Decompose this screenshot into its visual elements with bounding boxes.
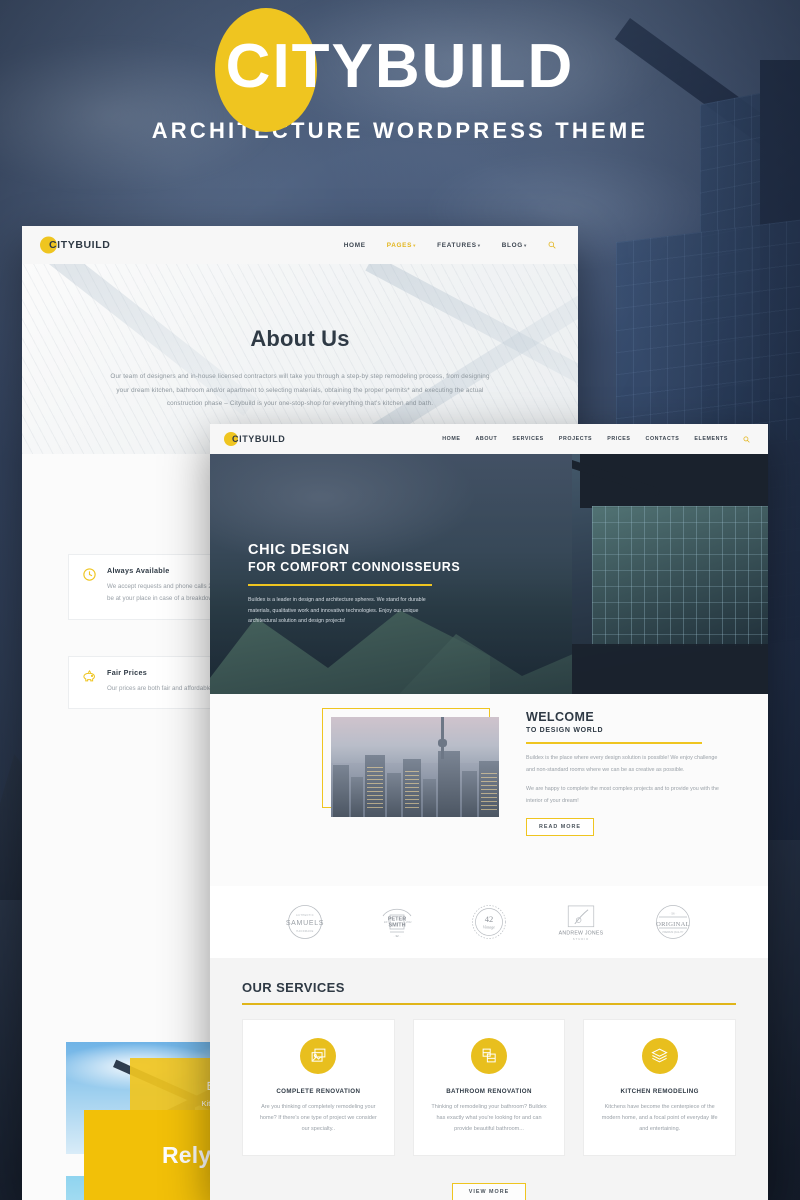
chevron-down-icon: ▾ — [413, 242, 417, 248]
navbar-links-about[interactable]: HOME PAGES▾ FEATURES▾ BLOG▾ — [344, 241, 556, 249]
service-card-desc: Kitchens have become the centerpiece of … — [601, 1103, 718, 1132]
nav-item-home[interactable]: HOME — [344, 242, 366, 249]
hero-rule — [248, 584, 432, 586]
service-card-bathroom-renovation[interactable]: BATHROOM RENOVATION Thinking of remodeli… — [412, 1018, 566, 1156]
svg-text:AUTHENTIC: AUTHENTIC — [296, 914, 314, 917]
site-navbar-about[interactable]: CITYBUILD HOME PAGES▾ FEATURES▾ BLOG▾ — [22, 226, 578, 264]
client-logo-42-vintage: 42 Vintage — [463, 896, 515, 948]
svg-text:Vintage: Vintage — [483, 925, 495, 930]
page-title: About Us — [250, 326, 350, 351]
navbar-logo-text: CITYBUILD — [232, 434, 286, 444]
client-logo-peter-smith: PETER SMITH EST 2002 · 32 · — [371, 896, 423, 948]
chevron-down-icon: ▾ — [523, 242, 527, 248]
navbar-links-home[interactable]: HOME ABOUT SERVICES PROJECTS PRICES CONT… — [442, 435, 750, 443]
nav-item-pages[interactable]: PAGES▾ — [387, 242, 416, 249]
title-block: CITYBUILD ARCHITECTURE WORDPRESS THEME — [0, 8, 800, 144]
clock-icon — [82, 567, 97, 582]
hero-copy: CHIC DESIGN FOR COMFORT CONNOISSEURS Bui… — [248, 542, 460, 627]
navbar-logo-home[interactable]: CITYBUILD — [224, 432, 286, 446]
welcome-text: WELCOME TO DESIGN WORLD Buildex is the p… — [526, 710, 722, 837]
nav-item-blog[interactable]: BLOG▾ — [502, 242, 527, 249]
home-hero: CHIC DESIGN FOR COMFORT CONNOISSEURS Bui… — [210, 454, 768, 694]
svg-text:2002: 2002 — [406, 921, 412, 924]
piggy-bank-icon — [82, 669, 97, 684]
service-card-kitchen-remodeling[interactable]: KITCHEN REMODELING Kitchens have become … — [583, 1018, 737, 1156]
view-more-button[interactable]: VIEW MORE — [451, 1182, 527, 1200]
nav-item-home[interactable]: HOME — [442, 436, 460, 442]
nav-item-elements[interactable]: ELEMENTS — [694, 436, 728, 442]
hero-headline-1: CHIC DESIGN — [248, 542, 350, 558]
service-card-desc: Are you thinking of completely remodelin… — [259, 1103, 377, 1132]
welcome-paragraph-2: We are happy to complete the most comple… — [526, 786, 719, 804]
welcome-image-frame — [322, 708, 499, 817]
welcome-paragraph-1: Buildex is the place where every design … — [526, 755, 718, 773]
service-card-name: KITCHEN REMODELING — [620, 1087, 699, 1095]
services-cards: COMPLETE RENOVATION Are you thinking of … — [242, 1018, 737, 1156]
hero-photo-right — [572, 454, 768, 694]
search-icon[interactable] — [743, 435, 750, 443]
welcome-heading: WELCOME — [526, 710, 595, 724]
client-logo-andrew-jones: ANDREW JONES · STUDIO · — [555, 896, 607, 948]
nav-item-features[interactable]: FEATURES▾ — [437, 242, 481, 249]
services-title: OUR SERVICES — [242, 980, 345, 995]
navbar-logo-text: CITYBUILD — [49, 239, 111, 251]
service-card-complete-renovation[interactable]: COMPLETE RENOVATION Are you thinking of … — [242, 1018, 395, 1156]
nav-item-contacts[interactable]: CONTACTS — [646, 436, 680, 442]
welcome-city-photo — [331, 717, 499, 817]
nav-item-prices[interactable]: PRICES — [607, 436, 630, 442]
nav-item-projects[interactable]: PROJECTS — [559, 436, 592, 442]
brand-logo: CITYBUILD — [214, 8, 581, 132]
svg-text:· 56 ·: · 56 · — [669, 912, 676, 916]
page-lede: Our team of designers and in-house licen… — [110, 373, 490, 408]
browser-mockup-home[interactable]: CITYBUILD HOME ABOUT SERVICES PROJECTS P… — [210, 424, 768, 1200]
read-more-button[interactable]: READ MORE — [526, 818, 594, 837]
svg-text:· 32 ·: · 32 · — [393, 934, 400, 938]
client-logos-row: SAMUELS AUTHENTIC HANDMADE PETER SMITH E… — [210, 886, 768, 958]
tiles-icon — [471, 1037, 507, 1074]
services-section: OUR SERVICES COMPLETE RENOVATION Are you… — [210, 958, 768, 1200]
layers-icon — [641, 1037, 678, 1074]
svg-text:ORIGINAL: ORIGINAL — [656, 921, 690, 928]
welcome-section: WELCOME TO DESIGN WORLD Buildex is the p… — [210, 694, 768, 886]
svg-text:HANDMADE: HANDMADE — [296, 930, 314, 933]
brand-subtitle: ARCHITECTURE WORDPRESS THEME — [151, 118, 649, 143]
svg-text:SAMUELS: SAMUELS — [286, 920, 324, 927]
chevron-down-icon: ▾ — [477, 242, 481, 248]
welcome-rule — [526, 742, 702, 744]
hero-paragraph: Buildex is a leader in design and archit… — [248, 597, 426, 625]
welcome-subheading: TO DESIGN WORLD — [526, 727, 604, 734]
service-card-name: BATHROOM RENOVATION — [446, 1087, 532, 1095]
svg-text:ANDREW JONES: ANDREW JONES — [559, 930, 604, 936]
nav-item-services[interactable]: SERVICES — [512, 436, 544, 442]
svg-text:PETER: PETER — [388, 917, 406, 923]
brand-name: CITYBUILD — [225, 32, 575, 101]
svg-text:SMITH: SMITH — [388, 923, 405, 929]
search-icon[interactable] — [548, 241, 556, 249]
photos-icon — [300, 1037, 337, 1074]
service-card-desc: Thinking of remodeling your bathroom? Bu… — [431, 1103, 547, 1132]
client-logo-original: · 56 · ORIGINAL PREMIUM QUALITY — [647, 896, 699, 948]
hero-headline-2: FOR COMFORT CONNOISSEURS — [248, 560, 461, 574]
navbar-logo-about[interactable]: CITYBUILD — [40, 236, 111, 254]
svg-text:EST: EST — [384, 921, 389, 924]
svg-text:PREMIUM QUALITY: PREMIUM QUALITY — [663, 931, 684, 934]
nav-item-about[interactable]: ABOUT — [475, 436, 497, 442]
site-navbar-home[interactable]: CITYBUILD HOME ABOUT SERVICES PROJECTS P… — [210, 424, 768, 454]
services-rule — [242, 1003, 736, 1005]
service-card-name: COMPLETE RENOVATION — [276, 1087, 361, 1095]
client-logo-samuels: SAMUELS AUTHENTIC HANDMADE — [279, 896, 331, 948]
svg-text:· STUDIO ·: · STUDIO · — [569, 937, 593, 941]
svg-text:42: 42 — [485, 914, 494, 924]
